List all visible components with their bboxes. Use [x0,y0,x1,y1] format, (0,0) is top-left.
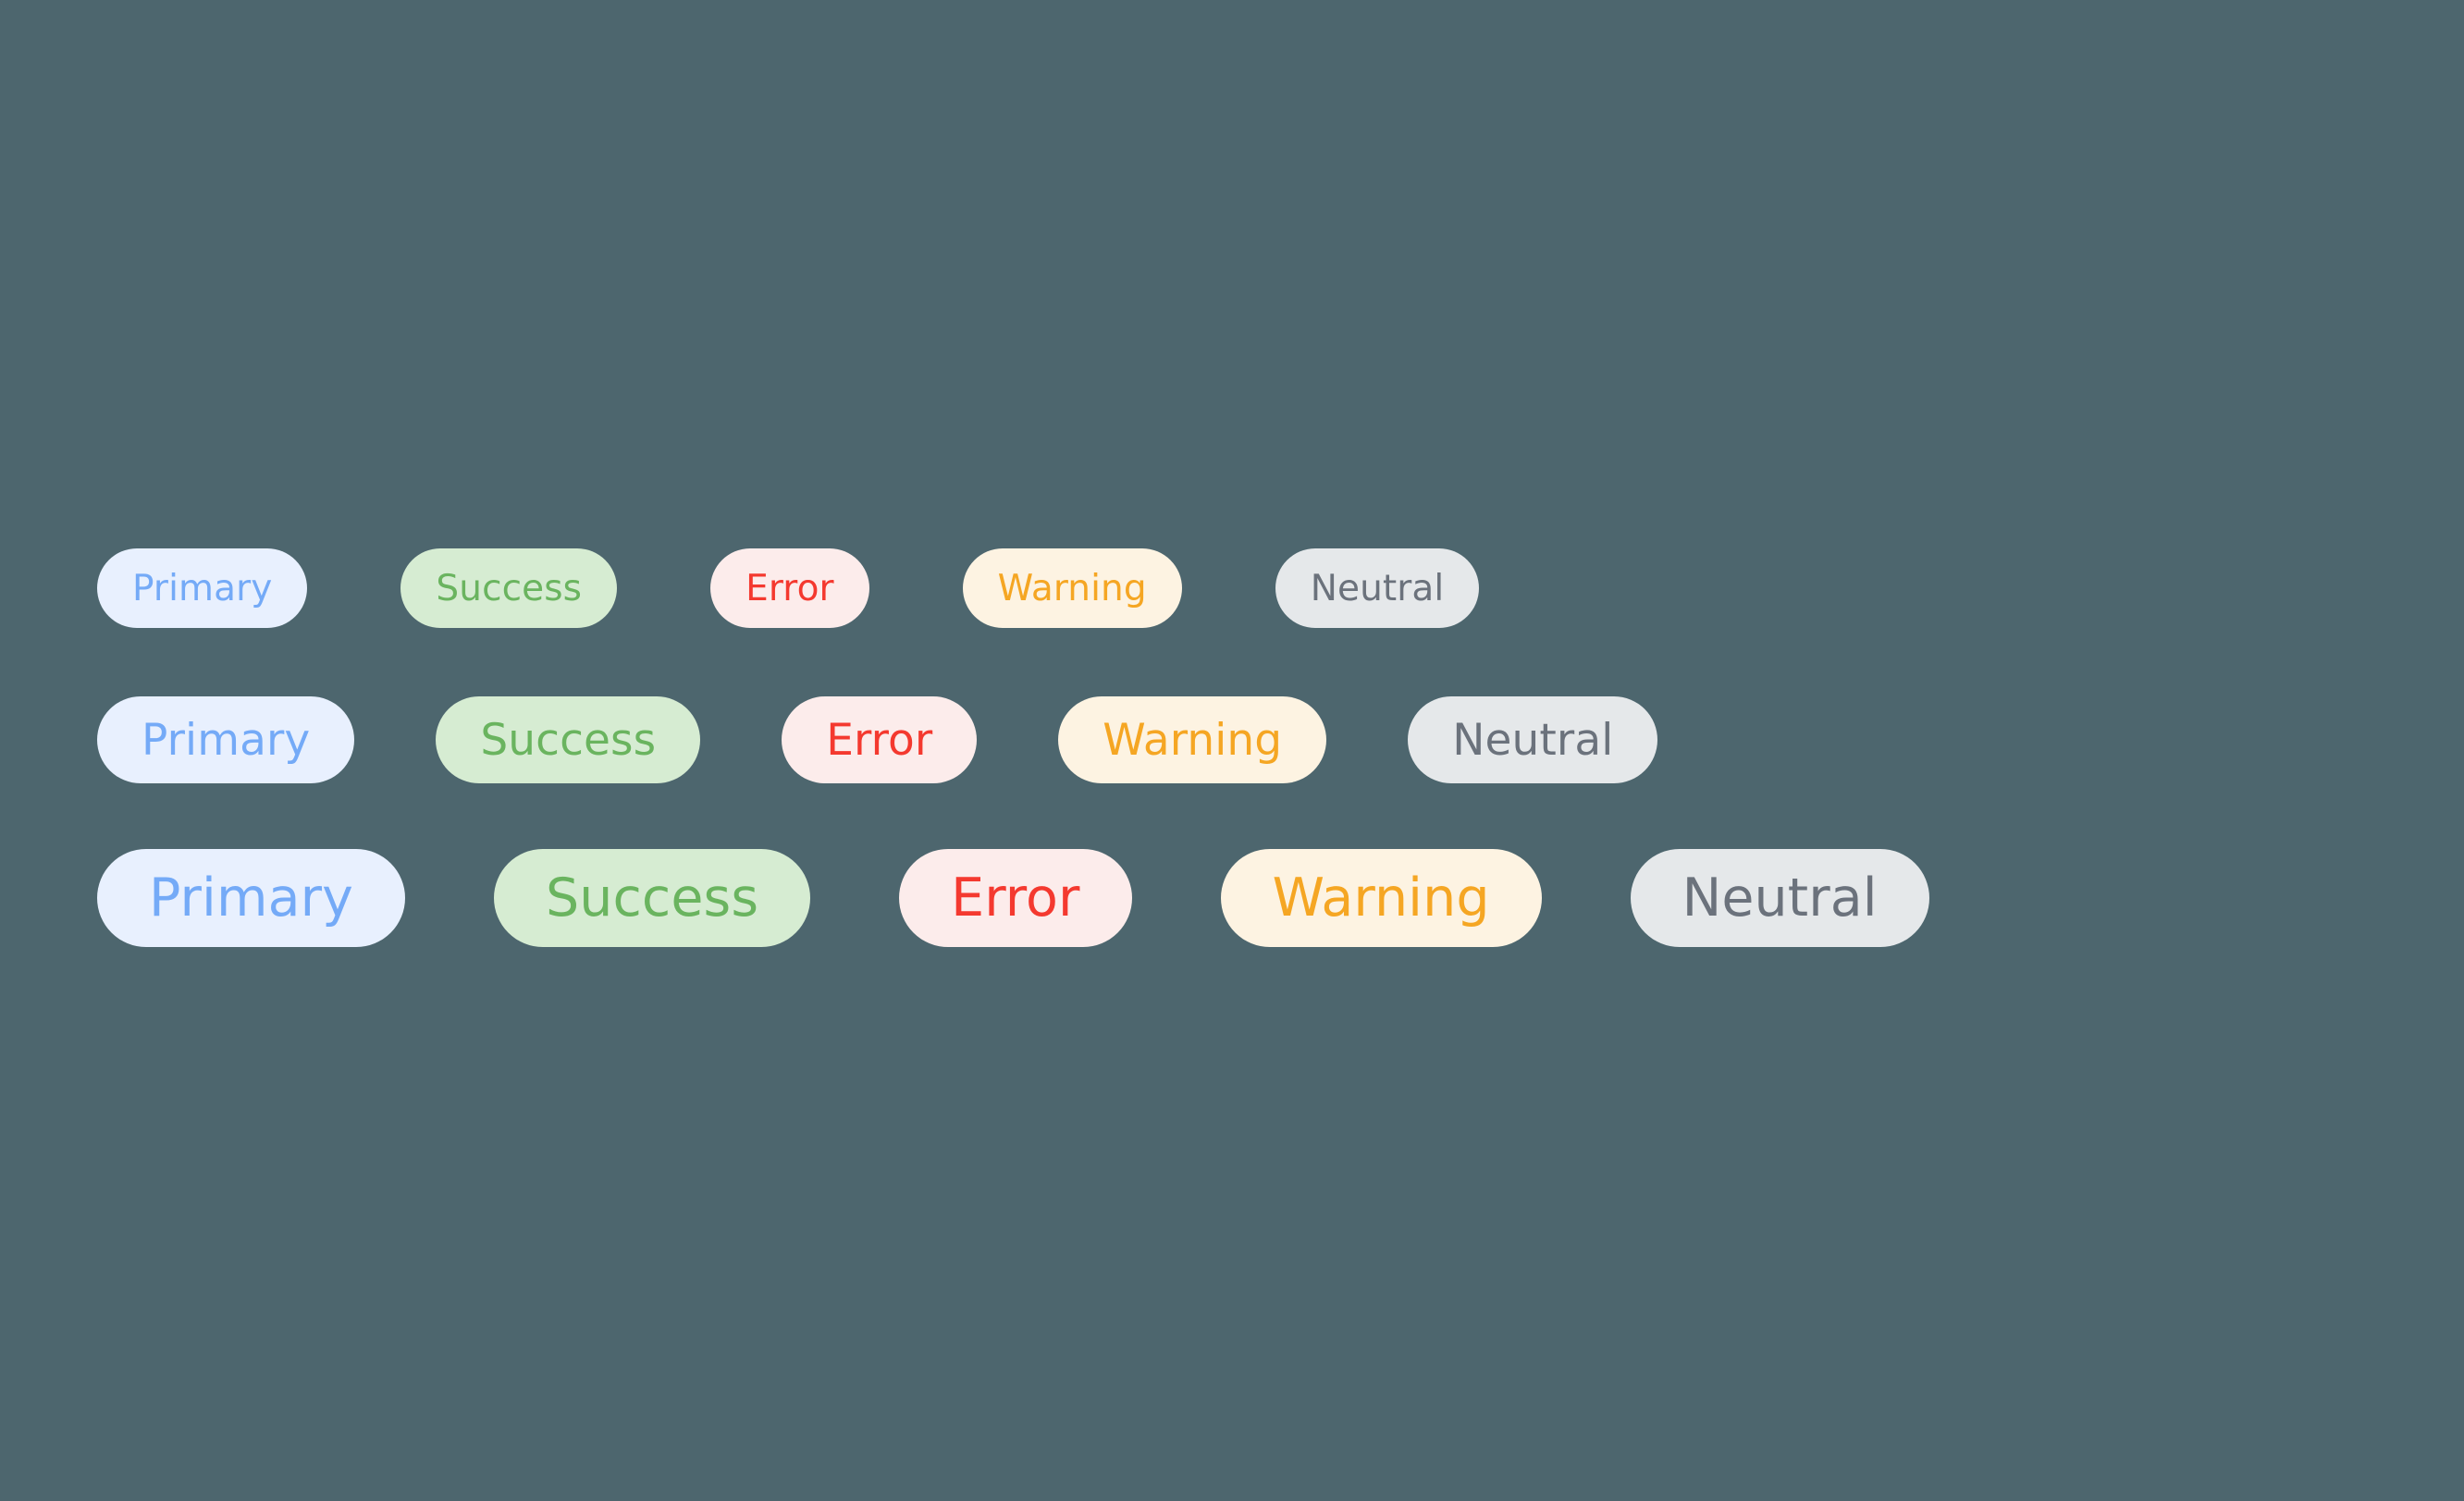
badge-medium-primary[interactable]: Primary [97,696,355,783]
badge-row-large: Primary Success Error Warning Neutral [0,849,1929,947]
badge-small-primary[interactable]: Primary [97,548,308,628]
badge-medium-neutral[interactable]: Neutral [1408,696,1658,783]
badge-large-neutral[interactable]: Neutral [1630,849,1929,947]
badge-large-success[interactable]: Success [493,849,811,947]
badge-medium-error[interactable]: Error [782,696,978,783]
badge-large-error[interactable]: Error [899,849,1132,947]
badge-small-warning[interactable]: Warning [962,548,1182,628]
badge-small-error[interactable]: Error [710,548,869,628]
badge-medium-warning[interactable]: Warning [1058,696,1327,783]
badge-large-warning[interactable]: Warning [1220,849,1542,947]
badge-row-medium: Primary Success Error Warning Neutral [0,696,1658,783]
badge-small-neutral[interactable]: Neutral [1275,548,1480,628]
badge-large-primary[interactable]: Primary [97,849,405,947]
badge-showcase-canvas: Primary Success Error Warning Neutral Pr… [0,0,2464,1501]
badge-medium-success[interactable]: Success [436,696,701,783]
badge-small-success[interactable]: Success [400,548,618,628]
badge-row-small: Primary Success Error Warning Neutral [0,548,1480,628]
